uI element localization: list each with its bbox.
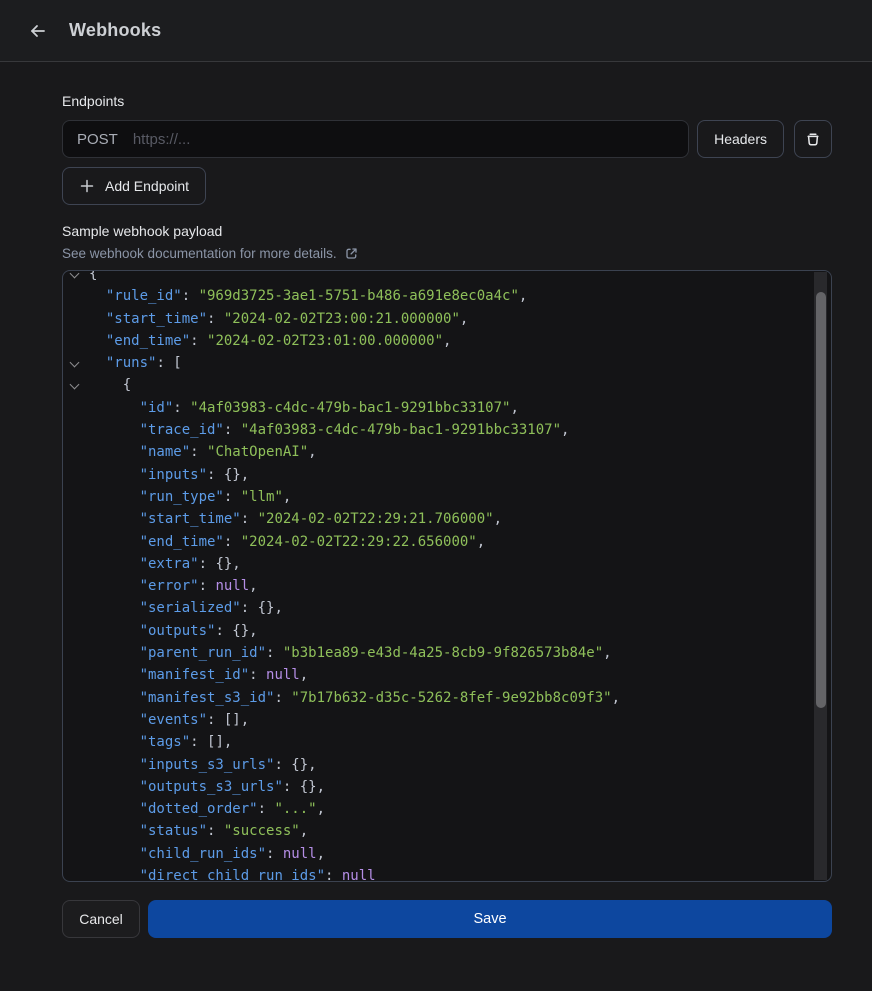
code-line: "manifest_s3_id": "7b17b632-d35c-5262-8f… [63, 687, 831, 709]
gutter [63, 285, 89, 307]
gutter [63, 843, 89, 865]
http-method-label: POST [77, 131, 118, 148]
gutter [63, 798, 89, 820]
code-line: "parent_run_id": "b3b1ea89-e43d-4a25-8cb… [63, 642, 831, 664]
code-line: "serialized": {}, [63, 597, 831, 619]
code-line: "manifest_id": null, [63, 664, 831, 686]
code-line: "trace_id": "4af03983-c4dc-479b-bac1-929… [63, 419, 831, 441]
code-line: "status": "success", [63, 820, 831, 842]
gutter [63, 419, 89, 441]
endpoints-label: Endpoints [62, 93, 832, 109]
gutter [63, 397, 89, 419]
gutter [63, 441, 89, 463]
endpoint-url-input[interactable] [131, 130, 674, 149]
payload-label: Sample webhook payload [62, 223, 832, 239]
code-line: "events": [], [63, 709, 831, 731]
code-line: "inputs_s3_urls": {}, [63, 754, 831, 776]
code-line: "runs": [ [63, 352, 831, 374]
trash-icon [804, 130, 822, 148]
gutter [63, 575, 89, 597]
fold-chevron-icon[interactable] [63, 352, 89, 374]
gutter [63, 865, 89, 882]
gutter [63, 531, 89, 553]
code-line: "child_run_ids": null, [63, 843, 831, 865]
code-line: "outputs_s3_urls": {}, [63, 776, 831, 798]
endpoint-row: POST Headers [62, 120, 832, 158]
add-endpoint-label: Add Endpoint [105, 178, 189, 194]
gutter [63, 776, 89, 798]
add-endpoint-button[interactable]: Add Endpoint [62, 167, 206, 205]
code-line: "end_time": "2024-02-02T22:29:22.656000"… [63, 531, 831, 553]
gutter [63, 464, 89, 486]
code-line: { [63, 374, 831, 396]
code-line: "start_time": "2024-02-02T23:00:21.00000… [63, 308, 831, 330]
fold-chevron-icon[interactable] [63, 374, 89, 396]
gutter [63, 597, 89, 619]
gutter [63, 642, 89, 664]
gutter [63, 308, 89, 330]
header: Webhooks [0, 0, 872, 62]
payload-code-editor[interactable]: { "rule_id": "969d3725-3ae1-5751-b486-a6… [62, 270, 832, 882]
plus-icon [79, 178, 95, 194]
headers-button[interactable]: Headers [697, 120, 784, 158]
gutter [63, 508, 89, 530]
gutter [63, 330, 89, 352]
code-line: "extra": {}, [63, 553, 831, 575]
code-lines: { "rule_id": "969d3725-3ae1-5751-b486-a6… [63, 270, 831, 882]
code-line: "inputs": {}, [63, 464, 831, 486]
code-line: "dotted_order": "...", [63, 798, 831, 820]
gutter [63, 664, 89, 686]
fold-chevron-icon[interactable] [63, 270, 89, 285]
code-line: "end_time": "2024-02-02T23:01:00.000000"… [63, 330, 831, 352]
gutter [63, 731, 89, 753]
page-title: Webhooks [69, 20, 161, 41]
gutter [63, 486, 89, 508]
code-line: "tags": [], [63, 731, 831, 753]
arrow-left-icon [28, 21, 48, 41]
gutter [63, 709, 89, 731]
code-line: "run_type": "llm", [63, 486, 831, 508]
footer-actions: Cancel Save [62, 900, 832, 938]
code-scrollbar-track[interactable] [814, 272, 827, 880]
gutter [63, 754, 89, 776]
delete-endpoint-button[interactable] [794, 120, 832, 158]
gutter [63, 820, 89, 842]
save-button[interactable]: Save [148, 900, 832, 938]
endpoint-url-field[interactable]: POST [62, 120, 689, 158]
code-line: { [63, 270, 831, 285]
code-line: "name": "ChatOpenAI", [63, 441, 831, 463]
code-line: "rule_id": "969d3725-3ae1-5751-b486-a691… [63, 285, 831, 307]
code-line: "start_time": "2024-02-02T22:29:21.70600… [63, 508, 831, 530]
back-button[interactable] [26, 19, 50, 43]
code-line: "id": "4af03983-c4dc-479b-bac1-9291bbc33… [63, 397, 831, 419]
headers-button-label: Headers [714, 131, 767, 147]
external-link-icon [344, 246, 359, 261]
code-line: "outputs": {}, [63, 620, 831, 642]
code-line: "error": null, [63, 575, 831, 597]
cancel-button[interactable]: Cancel [62, 900, 140, 938]
gutter [63, 553, 89, 575]
code-line: "direct_child_run_ids": null [63, 865, 831, 882]
webhook-docs-link-text: See webhook documentation for more detai… [62, 246, 337, 261]
gutter [63, 687, 89, 709]
main-content: Endpoints POST Headers Add Endpoint [0, 93, 872, 938]
gutter [63, 620, 89, 642]
webhook-docs-link[interactable]: See webhook documentation for more detai… [62, 246, 359, 261]
code-scrollbar-thumb[interactable] [816, 292, 826, 708]
